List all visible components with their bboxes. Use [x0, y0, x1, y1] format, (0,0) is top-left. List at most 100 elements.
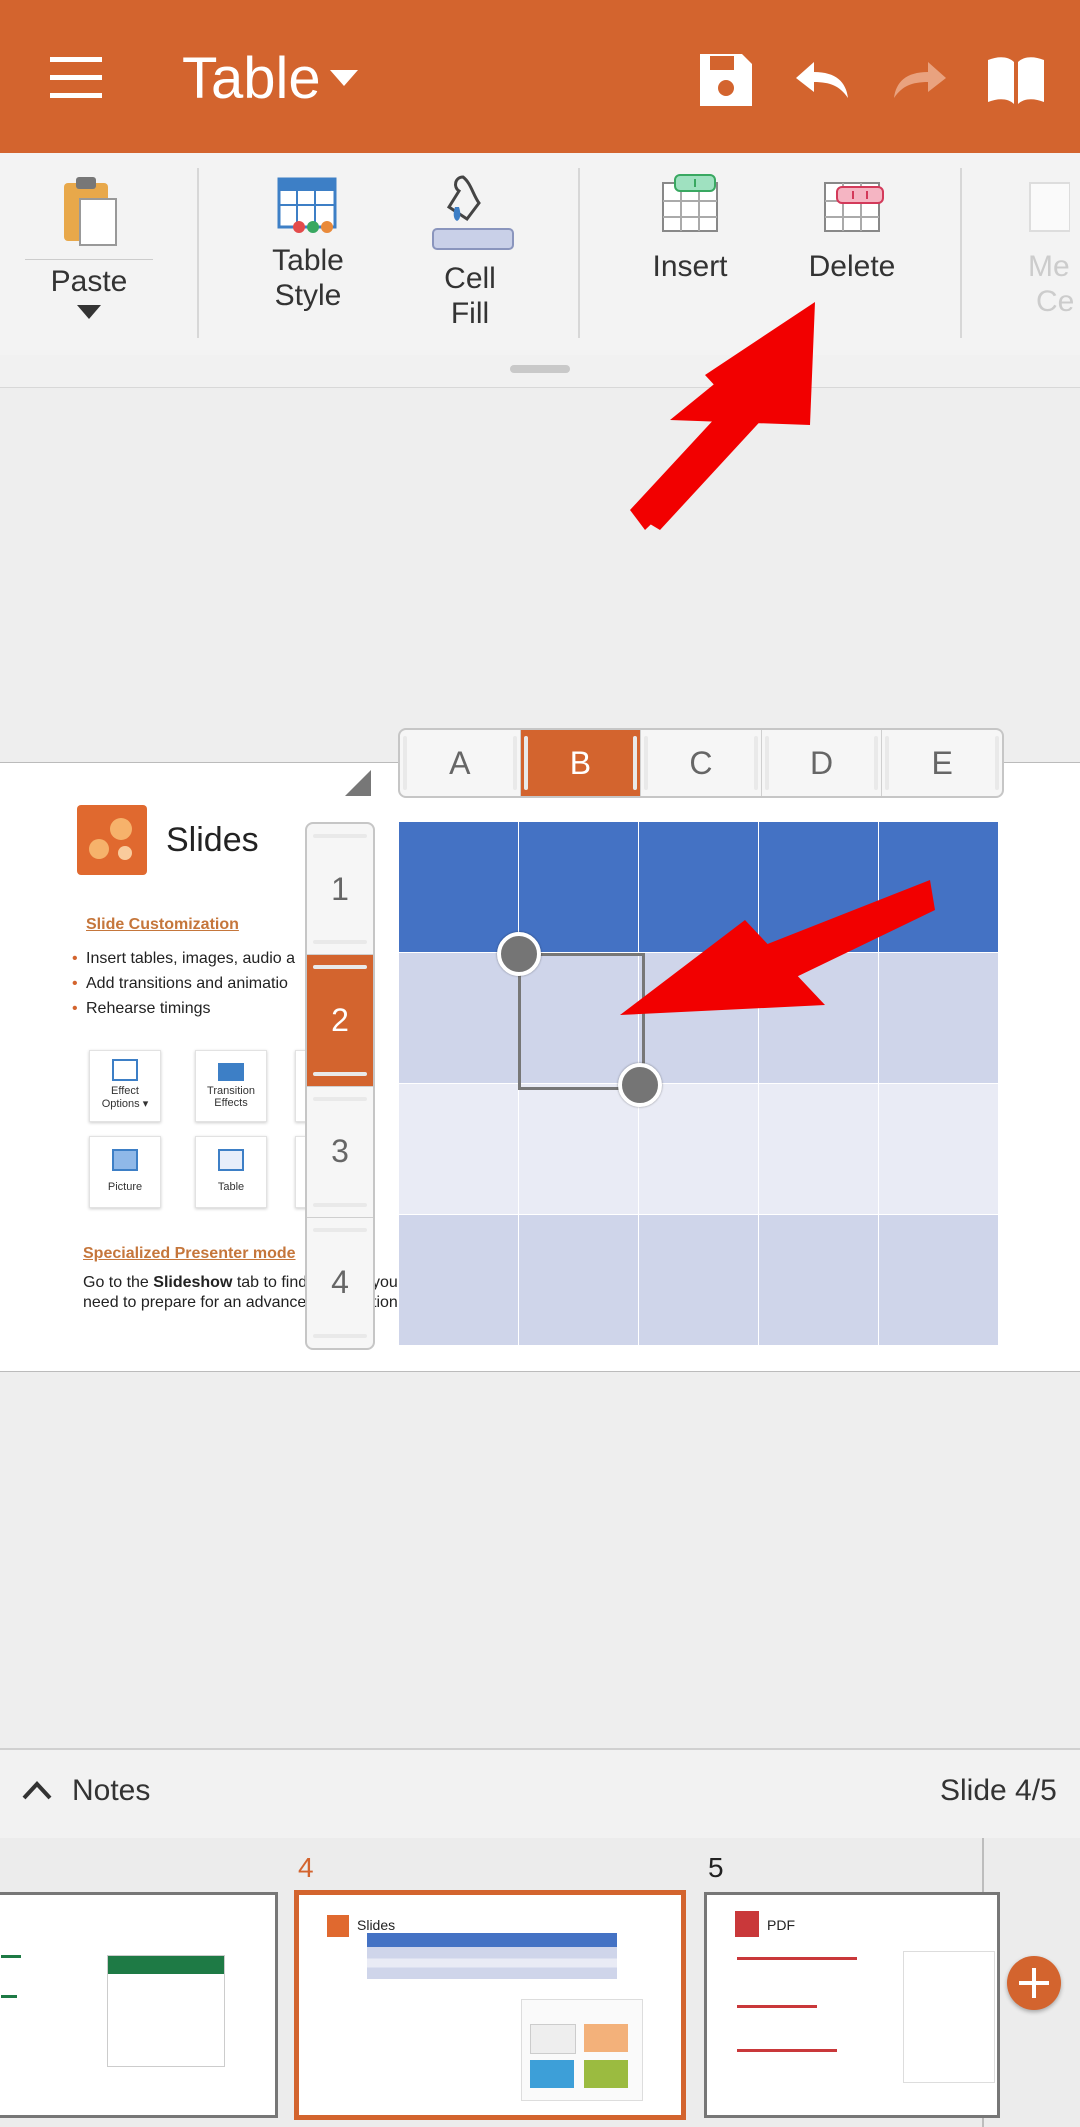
picture-icon [112, 1149, 138, 1171]
row-resize-grip[interactable] [313, 965, 367, 970]
paste-label: Paste [50, 265, 128, 298]
selection-handle-end[interactable] [618, 1063, 662, 1107]
column-resize-grip[interactable] [874, 736, 879, 790]
row-resize-grip[interactable] [313, 1096, 367, 1101]
thumb-line [737, 2049, 837, 2052]
table-cell-e3[interactable] [879, 1084, 999, 1215]
row-header-4[interactable]: 4 [307, 1218, 373, 1348]
thumb-spreadsheet-header [108, 1956, 224, 1974]
row-header-label: 4 [331, 1264, 349, 1301]
row-header-2[interactable]: 2 [307, 955, 373, 1087]
thumb-title: PDF [767, 1917, 795, 1933]
slide-thumbnail-4[interactable]: Slides [294, 1890, 686, 2120]
column-resize-grip[interactable] [885, 736, 890, 790]
thumb-title: Slides [357, 1917, 396, 1933]
thumb-line [737, 2005, 817, 2008]
para-text: Go to the [83, 1274, 154, 1291]
caret-down-icon[interactable] [77, 305, 101, 319]
table-cell-d4[interactable] [759, 1215, 879, 1346]
cell-fill-label-2: Fill [450, 297, 490, 330]
row-header[interactable]: 1 2 3 4 [305, 822, 375, 1350]
bullet-1: Insert tables, images, audio a [72, 950, 295, 968]
column-resize-grip[interactable] [644, 736, 649, 790]
section-heading-customization: Slide Customization [86, 916, 239, 933]
select-all-corner[interactable] [345, 770, 371, 796]
thumb-pdf-icon [735, 1911, 759, 1937]
ribbon-handle[interactable] [510, 365, 570, 373]
column-header-c[interactable]: C [641, 730, 762, 796]
row-resize-grip[interactable] [313, 1202, 367, 1207]
column-resize-grip[interactable] [764, 736, 769, 790]
column-resize-grip[interactable] [403, 736, 407, 790]
chevron-up-icon[interactable] [20, 1778, 54, 1802]
card-label: Effects [214, 1097, 248, 1109]
table-cell-a4[interactable] [399, 1215, 519, 1346]
annotation-arrow-up [630, 302, 815, 530]
table-cell-a2[interactable] [399, 953, 519, 1084]
row-resize-grip[interactable] [313, 1334, 367, 1338]
row-resize-grip[interactable] [313, 1071, 367, 1076]
plus-icon [1019, 1968, 1049, 1998]
undo-icon[interactable] [790, 48, 854, 112]
row-resize-grip[interactable] [313, 940, 367, 945]
presenter-paragraph-line2: need to prepare for an advanced [83, 1294, 316, 1311]
row-resize-grip[interactable] [313, 1227, 367, 1232]
row-header-label: 2 [331, 1001, 349, 1038]
table-cell-b4[interactable] [519, 1215, 639, 1346]
column-resize-grip[interactable] [523, 736, 528, 790]
selection-handle-start[interactable] [497, 932, 541, 976]
save-icon[interactable] [694, 48, 758, 112]
chevron-down-icon[interactable] [330, 70, 358, 86]
add-slide-button[interactable] [1007, 1956, 1061, 2010]
column-resize-grip[interactable] [512, 736, 517, 790]
table-cell-b3[interactable] [519, 1084, 639, 1215]
thumb-slides-logo-icon [327, 1915, 349, 1937]
effect-options-card: Effect Options ▾ [89, 1050, 161, 1122]
table-cell-a1[interactable] [399, 822, 519, 953]
column-header-e[interactable]: E [882, 730, 1002, 796]
column-resize-grip[interactable] [994, 736, 999, 790]
column-header-a[interactable]: A [400, 730, 521, 796]
table-cell-d3[interactable] [759, 1084, 879, 1215]
table-cell-e4[interactable] [879, 1215, 999, 1346]
delete-label: Delete [808, 250, 896, 283]
table-cell-c3[interactable] [639, 1084, 759, 1215]
column-resize-grip[interactable] [753, 736, 758, 790]
row-header-label: 1 [331, 870, 349, 907]
column-header-b[interactable]: B [520, 730, 642, 796]
merge-cells-button[interactable]: Me Ce [1000, 173, 1080, 343]
row-header-1[interactable]: 1 [307, 824, 373, 956]
cell-fill-label-1: Cell [444, 262, 496, 295]
card-label: Table [217, 1181, 245, 1193]
notes-bar[interactable] [0, 1748, 1080, 1840]
column-resize-grip[interactable] [633, 736, 638, 790]
table-card: Table [195, 1136, 267, 1208]
menu-icon[interactable] [40, 45, 114, 109]
book-icon[interactable] [984, 48, 1048, 112]
redo-icon[interactable] [888, 48, 952, 112]
column-header[interactable]: A B C D E [398, 728, 1004, 798]
table-cell-a3[interactable] [399, 1084, 519, 1215]
row-header-3[interactable]: 3 [307, 1087, 373, 1218]
merge-label-2: Ce [1036, 285, 1075, 318]
thumb-line [737, 1957, 857, 1960]
paste-button[interactable]: Paste [15, 173, 163, 343]
notes-label[interactable]: Notes [72, 1774, 150, 1808]
slide-thumbnail-3[interactable] [0, 1892, 278, 2118]
table-style-label-2: Style [274, 279, 342, 312]
presenter-paragraph-line1: Go to the Slideshow tab to find e [83, 1274, 320, 1292]
table-style-button[interactable]: Table Style [238, 173, 378, 343]
mode-title[interactable]: Table [182, 44, 321, 114]
card-label: Picture [107, 1181, 143, 1193]
slide-thumbnail-5[interactable]: PDF [704, 1892, 1000, 2118]
section-heading-presenter: Specialized Presenter mode [83, 1245, 296, 1262]
insert-label: Insert [652, 250, 728, 283]
slides-logo-icon [77, 805, 147, 875]
cell-fill-button[interactable]: Cell Fill [400, 173, 540, 343]
effect-options-icon [112, 1059, 138, 1081]
column-header-d[interactable]: D [762, 730, 883, 796]
column-header-label: E [931, 744, 953, 781]
row-resize-grip[interactable] [313, 834, 367, 838]
annotation-arrow-left [620, 880, 935, 1015]
table-cell-c4[interactable] [639, 1215, 759, 1346]
